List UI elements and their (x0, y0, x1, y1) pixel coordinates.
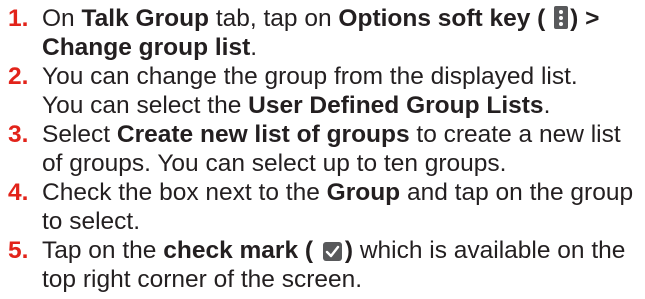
instruction-steps: 1. On Talk Group tab, tap on Options sof… (0, 0, 645, 294)
step-number: 5. (8, 237, 29, 264)
step-number: 4. (8, 179, 29, 206)
step-4: 4. Check the box next to the Group and t… (8, 178, 645, 236)
step-text: On Talk Group tab, tap on Options soft k… (42, 5, 600, 61)
step-text: Tap on the check mark ( ) which is avail… (42, 237, 626, 293)
step-text: You can change the group from the displa… (42, 63, 578, 119)
menu-option: Change group list (42, 34, 251, 61)
step-number: 2. (8, 63, 29, 90)
step-number: 3. (8, 121, 29, 148)
step-1: 1. On Talk Group tab, tap on Options sof… (8, 4, 645, 62)
check-mark-icon (322, 242, 342, 261)
step-5: 5. Tap on the check mark ( ) which is av… (8, 236, 645, 294)
step-2: 2. You can change the group from the dis… (8, 62, 645, 120)
step-text: Check the box next to the Group and tap … (42, 179, 634, 235)
step-text: Select Create new list of groups to crea… (42, 121, 621, 177)
step-number: 1. (8, 5, 29, 32)
tab-name: Talk Group (81, 5, 210, 32)
options-kebab-icon (554, 6, 569, 29)
step-3: 3. Select Create new list of groups to c… (8, 120, 645, 178)
